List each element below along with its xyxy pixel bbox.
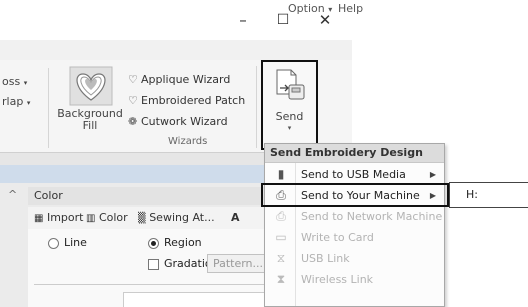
cutwork-icon: ❁ (128, 115, 138, 128)
menu-send-to-usb-media[interactable]: ▮ Send to USB Media ▶ (265, 164, 444, 185)
menu-wireless-link[interactable]: ⧗ Wireless Link (265, 269, 444, 290)
submenu-panel (449, 182, 528, 208)
card-icon: ▭ (275, 230, 287, 244)
menu-write-to-card-label: Write to Card (301, 231, 374, 244)
menu-send-to-usb-media-label: Send to USB Media (301, 168, 406, 181)
tab-import-label: Import (46, 211, 84, 224)
send-machine-icon (276, 69, 305, 100)
link-icon: ⧖ (276, 251, 286, 265)
tab-import[interactable]: ▦ Import (34, 211, 83, 224)
menu-send-to-network-machine-label: Send to Network Machine (301, 210, 443, 223)
menu-option[interactable]: Option ▾ (288, 2, 332, 15)
ribbon-item-oss[interactable]: oss ▾ (2, 75, 27, 88)
radio-line-label: Line (64, 236, 87, 249)
applique-wizard-button[interactable]: ♡ Applique Wizard (128, 73, 230, 86)
network-icon: ⎙ (276, 209, 286, 223)
applique-wizard-label: Applique Wizard (141, 73, 231, 86)
heart-pattern-icon (69, 66, 113, 106)
dropdown-separator (265, 162, 444, 163)
radio-region-indicator (148, 237, 159, 249)
scroll-up-icon[interactable]: ^ (8, 188, 17, 201)
radio-region-label: Region (164, 236, 202, 249)
cutwork-wizard-button[interactable]: ❁ Cutwork Wizard (128, 115, 228, 128)
usb-icon: ▮ (277, 167, 285, 181)
background-fill-label-line2: Fill (82, 119, 98, 132)
background-fill-button[interactable] (68, 66, 114, 106)
send-button-label: Send (275, 110, 304, 123)
color-icon: ▥ (86, 213, 96, 224)
menu-usb-link-label: USB Link (301, 252, 350, 265)
tab-sewing-attributes[interactable]: ▒ Sewing At... (138, 211, 215, 224)
menu-bar (0, 40, 352, 60)
embroidered-patch-button[interactable]: ♡ Embroidered Patch (128, 94, 245, 107)
dropdown-header: Send Embroidery Design (265, 144, 444, 162)
submenu-text: H: (466, 188, 478, 201)
tab-color-label: Color (98, 211, 128, 224)
ribbon-item-oss-label: oss (2, 75, 21, 88)
ribbon-divider (256, 66, 257, 148)
menu-write-to-card[interactable]: ▭ Write to Card (265, 227, 444, 248)
checkbox-indicator (148, 258, 159, 270)
menu-option-label: Option (288, 2, 325, 15)
ribbon-item-rlap[interactable]: rlap ▾ (2, 95, 30, 108)
menu-help[interactable]: Help (338, 2, 363, 15)
panel-title: Color (34, 189, 63, 202)
sewing-icon: ▒ (138, 213, 146, 224)
cutwork-wizard-label: Cutwork Wizard (141, 115, 228, 128)
radio-line[interactable]: Line (48, 236, 87, 249)
menu-wireless-link-label: Wireless Link (301, 273, 374, 286)
embroidered-patch-label: Embroidered Patch (141, 94, 246, 107)
chevron-down-icon: ▾ (287, 124, 292, 132)
minimize-button[interactable]: – (231, 10, 255, 30)
wireless-icon: ⧗ (276, 272, 286, 286)
submenu-arrow-icon: ▶ (429, 170, 436, 179)
tab-color[interactable]: ▥ Color (86, 211, 128, 224)
highlight-frame (261, 183, 449, 207)
pattern-button[interactable]: Pattern... (207, 254, 269, 273)
heart-outline-icon: ♡ (128, 73, 138, 86)
radio-line-indicator (48, 237, 59, 249)
import-icon: ▦ (34, 213, 44, 224)
radio-region[interactable]: Region (148, 236, 202, 249)
tab-more[interactable]: A (231, 211, 240, 224)
menu-usb-link[interactable]: ⧖ USB Link (265, 248, 444, 269)
ribbon-item-rlap-label: rlap (2, 95, 24, 108)
ribbon-divider (48, 68, 49, 148)
wizards-group-label: Wizards (168, 136, 208, 147)
heart-outline-icon: ♡ (128, 94, 138, 107)
menu-send-to-network-machine[interactable]: ⎙ Send to Network Machine (265, 206, 444, 227)
tab-sewing-label: Sewing At... (149, 211, 215, 224)
menu-help-label: Help (338, 2, 364, 15)
background-fill-label: Background Fill (52, 108, 128, 132)
send-button[interactable]: Send ▾ (261, 60, 318, 150)
